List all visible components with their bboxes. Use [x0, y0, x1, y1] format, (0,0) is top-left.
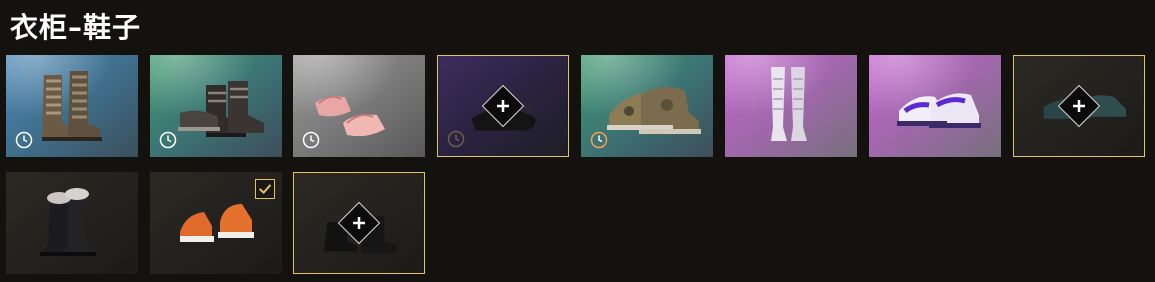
clock-icon: [159, 131, 177, 149]
clock-icon: [447, 130, 465, 148]
shoe-tile-camo-sneakers[interactable]: [581, 55, 713, 157]
shoe-tile-pink-slides[interactable]: [293, 55, 425, 157]
shoe-tile-teal-shoe-slot[interactable]: [1013, 55, 1145, 157]
shoe-tile-black-boot-slot[interactable]: [293, 172, 425, 274]
plus-icon: [1073, 100, 1085, 112]
shoe-tile-purple-white-sneakers[interactable]: [869, 55, 1001, 157]
clock-icon: [590, 131, 608, 149]
plus-icon: [353, 217, 365, 229]
plus-icon: [497, 100, 509, 112]
white-tall-boots-image: [725, 55, 857, 157]
shoe-tile-brown-wrapped-boots[interactable]: [6, 55, 138, 157]
shoe-tile-white-tall-boots[interactable]: [725, 55, 857, 157]
shoe-tile-fur-lined-black-boots[interactable]: [6, 172, 138, 274]
shoe-tile-dark-shoe-slot[interactable]: [437, 55, 569, 157]
wardrobe-grid: [0, 0, 1155, 282]
shoe-tile-black-buckle-boots[interactable]: [150, 55, 282, 157]
clock-icon: [302, 131, 320, 149]
fur-lined-black-boots-image: [6, 172, 138, 274]
shoe-tile-orange-hiking-boots[interactable]: [150, 172, 282, 274]
check-icon: [255, 179, 275, 199]
purple-white-sneakers-image: [869, 55, 1001, 157]
clock-icon: [15, 131, 33, 149]
